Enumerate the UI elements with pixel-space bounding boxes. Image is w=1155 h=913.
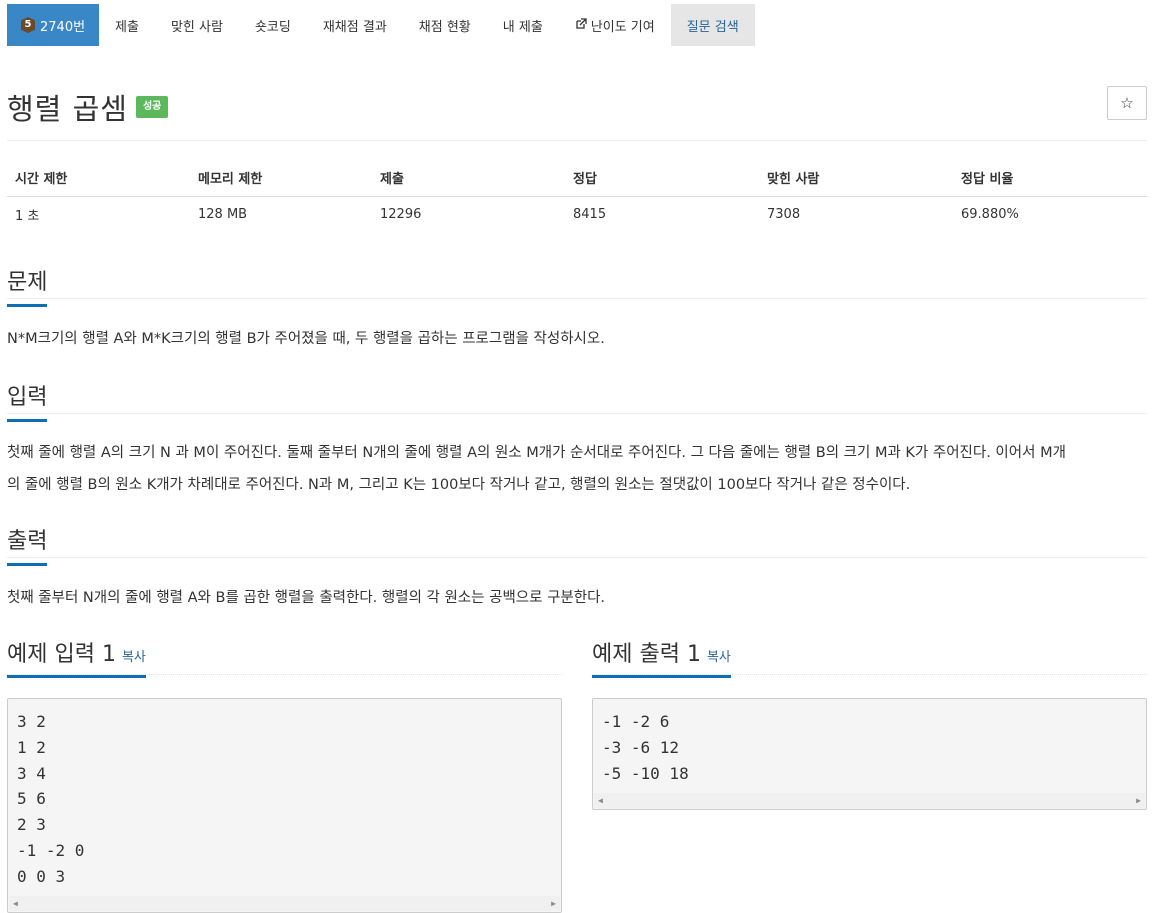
cell-memory-limit: 128 MB bbox=[198, 206, 248, 222]
scroll-left-icon[interactable]: ◀ bbox=[598, 796, 603, 805]
copy-input-button[interactable]: 복사 bbox=[122, 650, 146, 665]
cell-time-limit: 1 초 bbox=[15, 208, 40, 224]
header-time-limit: 시간 제한 bbox=[7, 160, 190, 197]
tab-accepted-users[interactable]: 맞힌 사람 bbox=[155, 4, 239, 46]
scroll-right-icon[interactable]: ▶ bbox=[551, 899, 556, 908]
sample-output-head: 예제 출력 1 복사 bbox=[592, 636, 731, 678]
sample-output-line: -5 -10 18 bbox=[602, 763, 689, 783]
sample-input-line: 5 6 bbox=[17, 789, 46, 809]
input-heading: 입력 bbox=[7, 379, 48, 422]
table-header-row: 시간 제한 메모리 제한 제출 정답 맞힌 사람 정답 비율 bbox=[7, 160, 1147, 197]
output-section-head: 출력 bbox=[7, 523, 48, 566]
tab-submit[interactable]: 제출 bbox=[99, 4, 155, 46]
sample-output-line: -3 -6 12 bbox=[602, 737, 680, 757]
sample-output-heading: 예제 출력 1 bbox=[592, 642, 701, 667]
header-ratio: 정답 비율 bbox=[953, 160, 1147, 197]
tab-status[interactable]: 채점 현황 bbox=[403, 4, 487, 46]
table-row: 1 초 128 MB 12296 8415 7308 69.880% bbox=[7, 196, 1147, 232]
tier-icon: 5 bbox=[21, 17, 35, 33]
input-description-line-1: 첫째 줄에 행렬 A의 크기 N 과 M이 주어진다. 둘째 줄부터 N개의 줄… bbox=[7, 445, 1066, 461]
external-link-icon bbox=[575, 17, 587, 33]
cell-submissions: 12296 bbox=[380, 206, 422, 222]
tab-my-submissions[interactable]: 내 제출 bbox=[487, 4, 559, 46]
sample-output-line: -1 -2 6 bbox=[602, 712, 670, 731]
horizontal-scrollbar[interactable]: ◀ ▶ bbox=[594, 793, 1145, 808]
title-row: 행렬 곱셈 성공 bbox=[7, 86, 169, 128]
tab-difficulty[interactable]: 난이도 기여 bbox=[559, 4, 671, 46]
scroll-left-icon[interactable]: ◀ bbox=[13, 899, 18, 908]
problem-number: 2740번 bbox=[40, 19, 86, 35]
sample-input-head: 예제 입력 1 복사 bbox=[7, 636, 146, 678]
sample-input-heading: 예제 입력 1 bbox=[7, 642, 116, 667]
sample-input-heading-wrap: 예제 입력 1 복사 bbox=[7, 636, 146, 678]
cell-accepted-users: 7308 bbox=[767, 206, 801, 222]
difficulty-label: 난이도 기여 bbox=[590, 19, 655, 35]
cell-ratio: 69.880% bbox=[961, 206, 1019, 222]
output-heading: 출력 bbox=[7, 523, 48, 566]
problem-heading: 문제 bbox=[7, 264, 48, 307]
header-submissions: 제출 bbox=[372, 160, 565, 197]
sample-input-line: 3 4 bbox=[17, 763, 46, 783]
problem-section-head: 문제 bbox=[7, 264, 48, 307]
input-description-line-2: 의 줄에 행렬 B의 원소 K개가 차례대로 주어진다. N과 M, 그리고 K… bbox=[7, 477, 911, 493]
cell-accepted: 8415 bbox=[573, 206, 607, 222]
tab-short-coding[interactable]: 숏코딩 bbox=[239, 4, 307, 46]
sample-input-line: 3 2 bbox=[17, 712, 46, 731]
star-icon: ☆ bbox=[1120, 94, 1134, 112]
divider bbox=[7, 674, 562, 675]
sample-output-lines: -1 -2 6 -3 -6 12 -5 -10 18 bbox=[593, 699, 1146, 786]
divider bbox=[7, 298, 1147, 299]
divider bbox=[7, 557, 1147, 558]
problem-nav: 5 2740번 제출 맞힌 사람 숏코딩 재채점 결과 채점 현황 내 제출 난… bbox=[7, 4, 755, 46]
sample-output-heading-wrap: 예제 출력 1 복사 bbox=[592, 636, 731, 678]
tab-question-search[interactable]: 질문 검색 bbox=[670, 4, 755, 46]
sample-output-box[interactable]: -1 -2 6 -3 -6 12 -5 -10 18 ◀ ▶ bbox=[592, 698, 1147, 810]
sample-input-line: -1 -2 0 bbox=[17, 840, 85, 860]
tab-problem[interactable]: 5 2740번 bbox=[7, 4, 100, 46]
sample-input-line: 0 0 3 bbox=[17, 866, 66, 886]
problem-description: N*M크기의 행렬 A와 M*K크기의 행렬 B가 주어졌을 때, 두 행렬을 … bbox=[7, 331, 605, 347]
horizontal-scrollbar[interactable]: ◀ ▶ bbox=[9, 896, 560, 911]
star-button[interactable]: ☆ bbox=[1107, 86, 1147, 120]
sample-input-line: 1 2 bbox=[17, 737, 46, 757]
header-accepted: 정답 bbox=[565, 160, 759, 197]
sample-input-box[interactable]: 3 2 1 2 3 4 5 6 2 3 -1 -2 0 0 0 3 ◀ ▶ bbox=[7, 698, 562, 913]
divider bbox=[7, 140, 1147, 141]
header-accepted-users: 맞힌 사람 bbox=[759, 160, 953, 197]
page-title: 행렬 곱셈 bbox=[7, 92, 128, 126]
problem-info-table: 시간 제한 메모리 제한 제출 정답 맞힌 사람 정답 비율 1 초 128 M… bbox=[7, 160, 1147, 232]
divider bbox=[7, 413, 1147, 414]
tab-rejudge[interactable]: 재채점 결과 bbox=[307, 4, 403, 46]
status-badge: 성공 bbox=[135, 96, 169, 118]
header-memory-limit: 메모리 제한 bbox=[190, 160, 372, 197]
input-section-head: 입력 bbox=[7, 379, 48, 422]
sample-input-lines: 3 2 1 2 3 4 5 6 2 3 -1 -2 0 0 0 3 bbox=[8, 699, 561, 890]
output-description: 첫째 줄부터 N개의 줄에 행렬 A와 B를 곱한 행렬을 출력한다. 행렬의 … bbox=[7, 590, 606, 606]
sample-input-line: 2 3 bbox=[17, 815, 46, 835]
scroll-right-icon[interactable]: ▶ bbox=[1136, 796, 1141, 805]
copy-output-button[interactable]: 복사 bbox=[707, 650, 731, 665]
divider bbox=[592, 674, 1147, 675]
